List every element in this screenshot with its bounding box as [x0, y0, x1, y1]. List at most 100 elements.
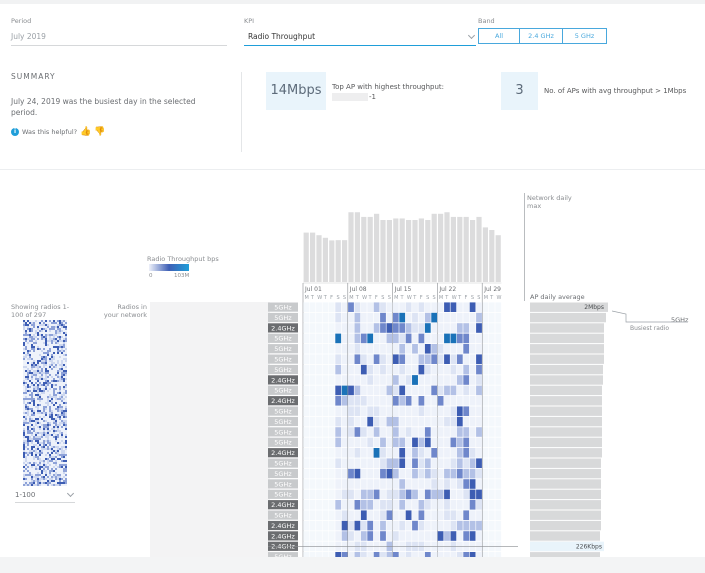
minimap-cell: [39, 382, 41, 384]
heat-cell: [328, 416, 335, 427]
radio-overview-minimap[interactable]: [23, 320, 67, 486]
minimap-cell: [27, 470, 29, 472]
heat-cell: [463, 302, 470, 312]
minimap-cell: [57, 424, 59, 426]
heat-cell: [316, 354, 322, 364]
heat-cell: [354, 489, 361, 500]
minimap-cell: [57, 482, 59, 484]
minimap-cell: [33, 410, 35, 412]
heat-cell: [482, 500, 489, 510]
minimap-cell: [37, 358, 39, 360]
minimap-cell: [63, 358, 65, 360]
band-5ghz-button[interactable]: 5 GHz: [563, 28, 607, 44]
minimap-cell: [57, 372, 59, 374]
minimap-cell: [41, 468, 43, 470]
heat-cell: [450, 312, 457, 323]
minimap-cell: [61, 376, 63, 378]
minimap-cell: [31, 414, 33, 416]
heat-cell: [456, 323, 463, 333]
minimap-cell: [45, 382, 47, 384]
legend-gradient: [149, 264, 189, 271]
minimap-cell: [43, 458, 45, 460]
heat-cell: [380, 510, 386, 520]
minimap-cell: [35, 382, 37, 384]
heat-cell: [367, 375, 374, 385]
minimap-cell: [31, 456, 33, 458]
minimap-cell: [51, 464, 53, 466]
heat-cell: [399, 479, 406, 489]
heat-cell: [348, 479, 354, 489]
band-24ghz-button[interactable]: 2.4 GHz: [520, 28, 563, 44]
minimap-cell: [65, 370, 67, 372]
minimap-cell: [35, 484, 37, 486]
throughput-heatmap[interactable]: Jul 01 Jul 08 Jul 15 Jul 22 Jul 29M T W T F S S M T W…: [268, 190, 618, 558]
minimap-cell: [37, 454, 39, 456]
minimap-cell: [49, 350, 51, 352]
heat-cell: [341, 323, 348, 333]
minimap-cell: [25, 340, 27, 342]
minimap-cell: [29, 380, 31, 382]
minimap-cell: [59, 348, 61, 350]
minimap-cell: [51, 322, 53, 324]
minimap-cell: [57, 368, 59, 370]
minimap-cell: [59, 482, 61, 484]
minimap-cell: [31, 376, 33, 378]
heat-cell: [316, 531, 322, 541]
minimap-cell: [65, 478, 67, 480]
heat-cell: [399, 500, 406, 510]
minimap-cell: [27, 380, 29, 382]
minimap-cell: [57, 352, 59, 354]
minimap-cell: [43, 448, 45, 450]
heat-cell: [412, 448, 418, 458]
page-select[interactable]: 1-100: [15, 489, 75, 503]
minimap-cell: [27, 370, 29, 372]
heat-cell: [386, 312, 393, 323]
minimap-cell: [47, 386, 49, 388]
minimap-cell: [49, 338, 51, 340]
minimap-cell: [27, 352, 29, 354]
minimap-cell: [31, 480, 33, 482]
heat-cell: [373, 385, 380, 396]
minimap-cell: [61, 452, 63, 454]
heat-cell: [488, 500, 495, 510]
heat-cell: [309, 458, 316, 468]
minimap-cell: [45, 426, 47, 428]
heat-cell: [367, 479, 374, 489]
minimap-cell: [57, 448, 59, 450]
thumbs-down-icon[interactable]: 👎: [94, 127, 105, 137]
minimap-cell: [33, 404, 35, 406]
minimap-cell: [29, 322, 31, 324]
minimap-cell: [25, 406, 27, 408]
minimap-cell: [41, 408, 43, 410]
minimap-cell: [29, 388, 31, 390]
minimap-cell: [31, 344, 33, 346]
minimap-cell: [27, 378, 29, 380]
minimap-cell: [35, 368, 37, 370]
minimap-cell: [27, 444, 29, 446]
minimap-cell: [63, 338, 65, 340]
heat-cell: [431, 531, 438, 541]
heat-cell: [373, 323, 380, 333]
top-bar: [0, 0, 705, 4]
heat-cell: [380, 437, 386, 448]
minimap-cell: [63, 384, 65, 386]
heat-cell: [488, 354, 495, 364]
minimap-cell: [23, 452, 25, 454]
minimap-cell: [27, 320, 29, 322]
kpi-select[interactable]: Radio Throughput: [244, 28, 476, 46]
minimap-cell: [49, 446, 51, 448]
minimap-cell: [25, 344, 27, 346]
band-all-button[interactable]: All: [478, 28, 520, 44]
period-select[interactable]: July 2019: [11, 28, 227, 46]
minimap-cell: [57, 350, 59, 352]
minimap-cell: [53, 350, 55, 352]
minimap-cell: [29, 458, 31, 460]
minimap-cell: [27, 454, 29, 456]
minimap-cell: [59, 406, 61, 408]
thumbs-up-icon[interactable]: 👍: [80, 127, 91, 137]
minimap-cell: [31, 370, 33, 372]
minimap-cell: [31, 398, 33, 400]
minimap-cell: [47, 326, 49, 328]
minimap-cell: [23, 420, 25, 422]
band-label: 5GHz: [274, 387, 292, 395]
